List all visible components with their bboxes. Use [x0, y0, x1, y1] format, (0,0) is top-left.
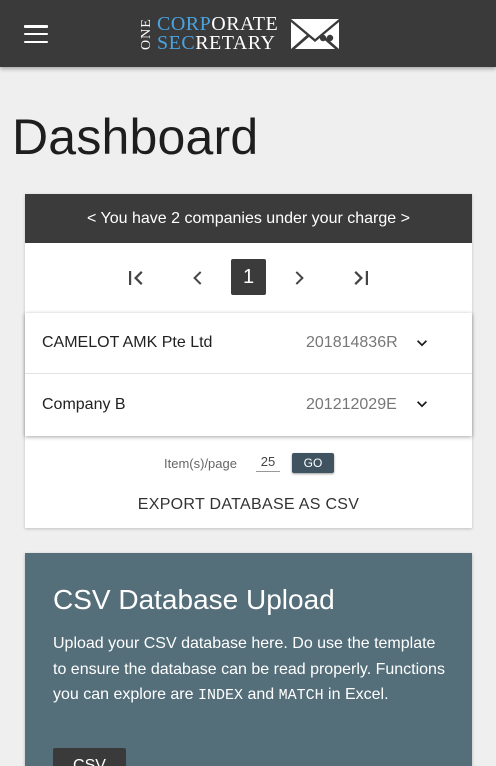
- company-name: CAMELOT AMK Pte Ltd: [42, 334, 213, 351]
- upload-card-description: Upload your CSV database here. Do use th…: [53, 631, 453, 709]
- chevron-down-icon[interactable]: [412, 333, 432, 353]
- top-app-bar: ONE CORPORATE SECRETARY: [0, 0, 496, 67]
- prev-page-icon[interactable]: [184, 264, 212, 292]
- logo-words: CORPORATE SECRETARY: [157, 14, 278, 54]
- pagination: 1: [25, 243, 472, 313]
- upload-card-title: CSV Database Upload: [53, 584, 335, 615]
- csv-upload-card: CSV Database Upload Upload your CSV data…: [25, 553, 472, 766]
- company-list: CAMELOT AMK Pte Ltd 201814836R Company B…: [25, 313, 472, 436]
- company-row[interactable]: Company B 201212029E: [25, 374, 472, 436]
- companies-count-header: < You have 2 companies under your charge…: [25, 194, 472, 243]
- chevron-down-icon[interactable]: [412, 394, 432, 414]
- current-page-button[interactable]: 1: [231, 259, 266, 295]
- last-page-icon[interactable]: [347, 264, 375, 292]
- items-per-page-label: Item(s)/page: [164, 456, 237, 471]
- upload-desc-and: and: [243, 686, 279, 704]
- index-function-code: INDEX: [197, 687, 243, 705]
- page-title: Dashboard: [12, 109, 259, 165]
- match-function-code: MATCH: [278, 687, 324, 705]
- company-uen: 201212029E: [306, 396, 397, 413]
- companies-card: < You have 2 companies under your charge…: [25, 194, 472, 528]
- items-per-page-control: Item(s)/page GO: [25, 450, 472, 476]
- csv-upload-button[interactable]: CSV: [53, 748, 126, 766]
- first-page-icon[interactable]: [122, 264, 150, 292]
- go-button[interactable]: GO: [292, 453, 334, 473]
- company-logo[interactable]: ONE CORPORATE SECRETARY: [139, 13, 340, 55]
- menu-icon[interactable]: [20, 21, 52, 47]
- export-csv-button[interactable]: EXPORT DATABASE AS CSV: [25, 496, 472, 514]
- company-name: Company B: [42, 396, 126, 413]
- next-page-icon[interactable]: [285, 264, 313, 292]
- company-uen: 201814836R: [306, 334, 398, 351]
- logo-sec-blue: SEC: [157, 32, 196, 54]
- logo-sec-white: RETARY: [195, 32, 276, 54]
- upload-desc-end: in Excel.: [323, 686, 389, 704]
- logo-one-text: ONE: [139, 18, 154, 50]
- company-row[interactable]: CAMELOT AMK Pte Ltd 201814836R: [25, 313, 472, 374]
- envelope-logo-icon: [291, 19, 340, 49]
- items-per-page-input[interactable]: [256, 452, 280, 472]
